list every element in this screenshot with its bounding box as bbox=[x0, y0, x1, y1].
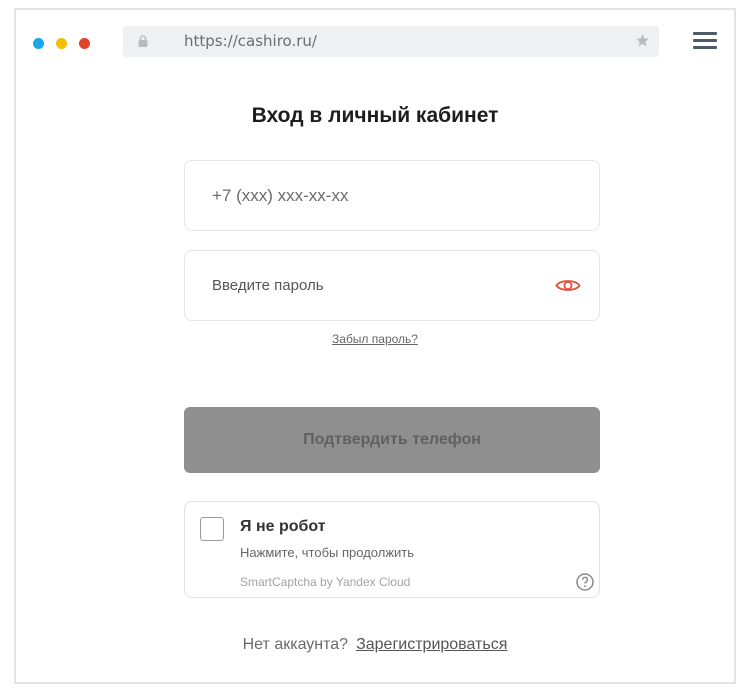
register-prompt: Нет аккаунта? Зарегистрироваться bbox=[16, 636, 734, 654]
question-icon[interactable] bbox=[576, 573, 594, 591]
no-account-text: Нет аккаунта? bbox=[242, 636, 349, 653]
register-link[interactable]: Зарегистрироваться bbox=[356, 636, 507, 653]
lock-icon bbox=[138, 35, 148, 47]
captcha-checkbox[interactable] bbox=[200, 517, 224, 541]
captcha-title: Я не робот bbox=[240, 518, 326, 535]
phone-field[interactable] bbox=[184, 160, 600, 231]
password-input[interactable] bbox=[212, 251, 542, 320]
captcha-brand: SmartCaptcha by Yandex Cloud bbox=[240, 575, 411, 589]
phone-input[interactable] bbox=[212, 161, 542, 230]
address-bar[interactable]: https://cashiro.ru/ bbox=[123, 26, 659, 57]
confirm-phone-button[interactable]: Подтвердить телефон bbox=[184, 407, 600, 473]
password-field[interactable] bbox=[184, 250, 600, 321]
captcha-subtitle: Нажмите, чтобы продолжить bbox=[240, 545, 415, 560]
eye-icon[interactable] bbox=[555, 277, 581, 294]
hamburger-menu-icon[interactable] bbox=[693, 32, 717, 50]
forgot-password-container: Забыл пароль? bbox=[16, 332, 734, 346]
captcha-widget: Я не робот Нажмите, чтобы продолжить Sma… bbox=[184, 501, 600, 598]
url-text[interactable]: https://cashiro.ru/ bbox=[184, 32, 317, 50]
window-controls bbox=[33, 38, 90, 49]
page-title: Вход в личный кабинет bbox=[251, 104, 499, 127]
forgot-password-link[interactable]: Забыл пароль? bbox=[332, 332, 418, 346]
window-dot-red[interactable] bbox=[79, 38, 90, 49]
browser-window: https://cashiro.ru/ Вход в личный кабине… bbox=[14, 8, 736, 684]
window-dot-blue[interactable] bbox=[33, 38, 44, 49]
star-icon[interactable] bbox=[635, 33, 650, 48]
window-dot-yellow[interactable] bbox=[56, 38, 67, 49]
